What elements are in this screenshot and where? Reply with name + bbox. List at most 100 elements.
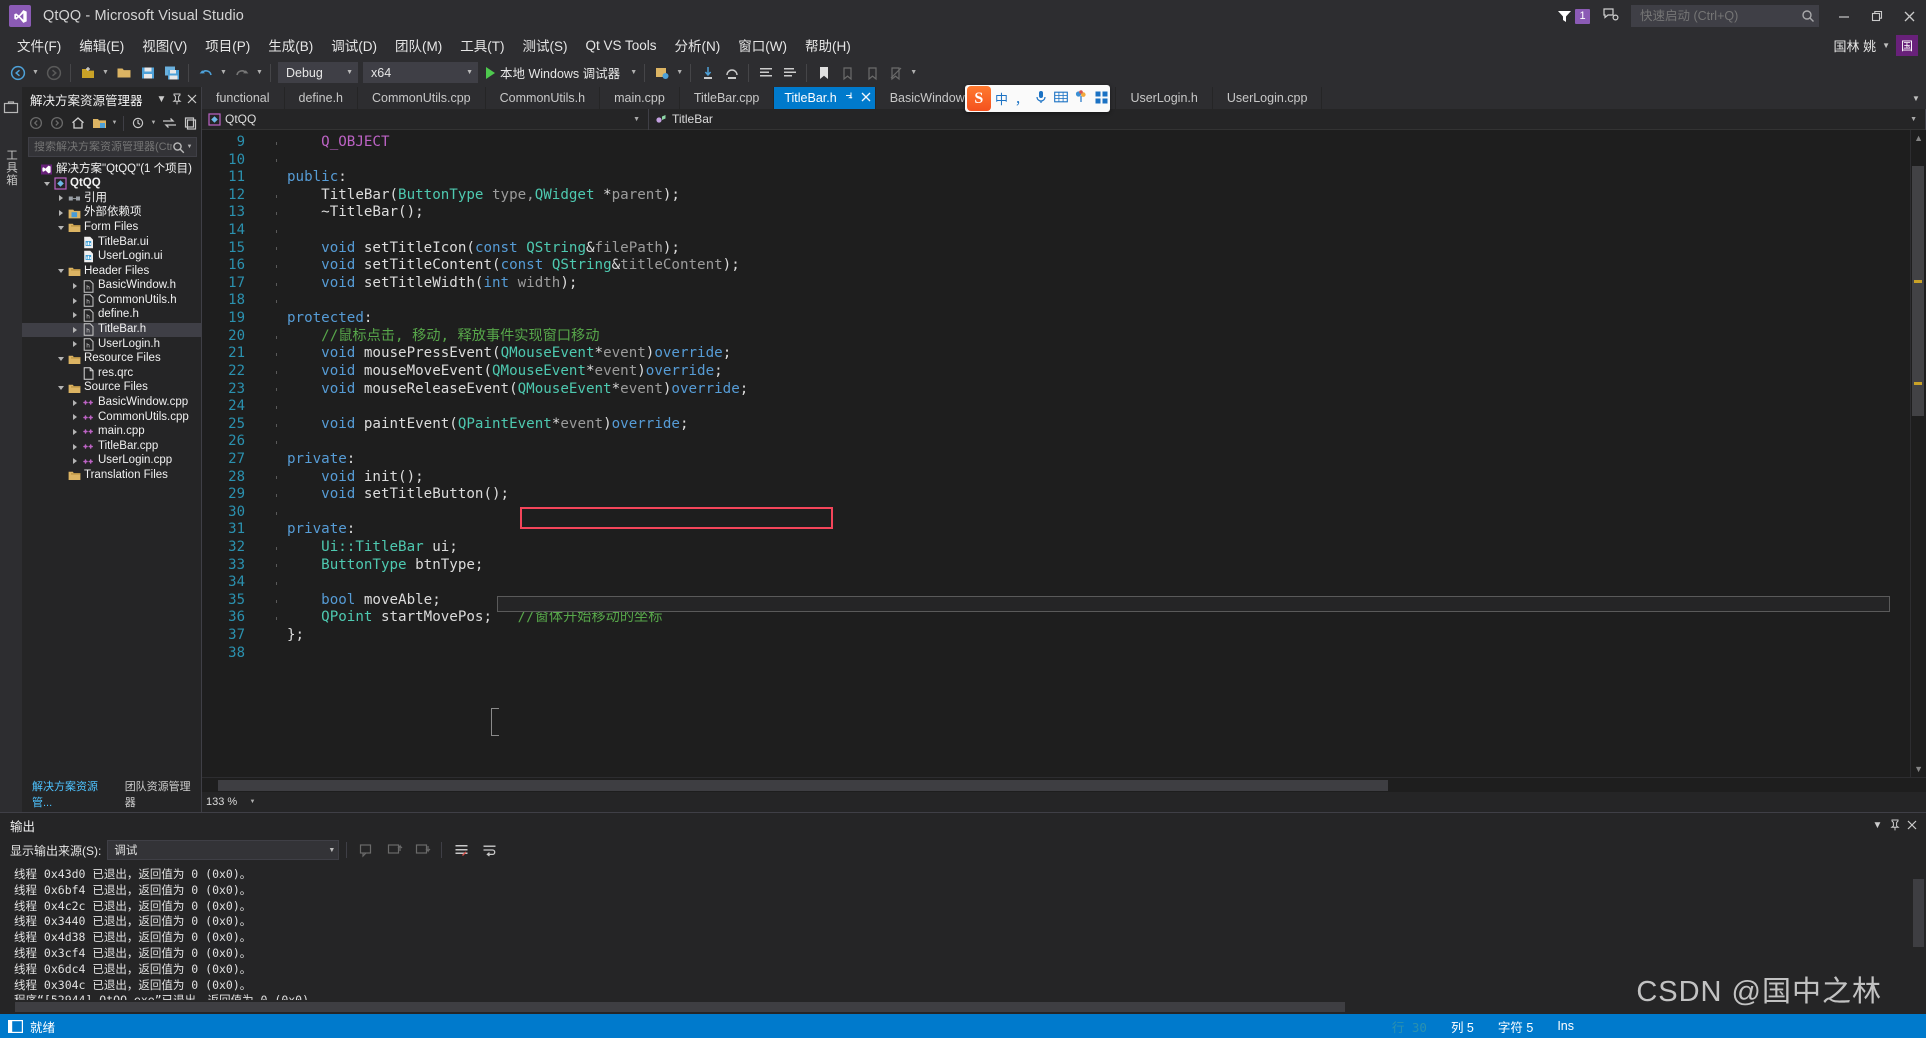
tree-item-basicwindow.cpp[interactable]: BasicWindow.cpp bbox=[22, 396, 201, 411]
comment-icon[interactable] bbox=[754, 61, 777, 84]
chevron-right-icon[interactable] bbox=[68, 283, 81, 290]
tree-item-qtqq[interactable]: QtQQ bbox=[22, 177, 201, 192]
navbar-member-combo[interactable]: TitleBar ▼ bbox=[649, 108, 1926, 130]
code-line[interactable]: 28 void init(); bbox=[202, 469, 1926, 487]
tree-item-define.h[interactable]: h define.h bbox=[22, 308, 201, 323]
search-input[interactable] bbox=[34, 141, 172, 153]
code-line[interactable]: 32 Ui::TitleBar ui; bbox=[202, 539, 1926, 557]
chevron-down-icon[interactable]: ▼ bbox=[1882, 41, 1890, 50]
close-icon[interactable] bbox=[1903, 814, 1920, 836]
editor-tab-commonutils-cpp[interactable]: CommonUtils.cpp bbox=[358, 87, 486, 109]
code-line[interactable]: 16 void setTitleContent(const QString&ti… bbox=[202, 257, 1926, 275]
tree-item-resource-files[interactable]: Resource Files bbox=[22, 352, 201, 367]
code-line[interactable]: 11 public: bbox=[202, 169, 1926, 187]
refresh-icon[interactable] bbox=[159, 113, 179, 133]
go-up-icon[interactable] bbox=[384, 840, 406, 861]
tree-item-userlogin.h[interactable]: h UserLogin.h bbox=[22, 337, 201, 352]
chevron-down-icon[interactable]: ▼ bbox=[248, 792, 257, 812]
redo-dropdown-icon[interactable]: ▼ bbox=[254, 61, 265, 84]
avatar[interactable]: 国 bbox=[1896, 34, 1918, 56]
notifications[interactable]: 1 bbox=[1557, 8, 1590, 24]
code-editor[interactable]: 9 Q_OBJECT 10 11 public: 12 TitleBar(ButtonT… bbox=[202, 130, 1926, 777]
zoom-level[interactable]: 133 % bbox=[202, 796, 248, 808]
solution-configuration-combo[interactable]: Debug ▼ bbox=[278, 62, 358, 83]
tree-item-res.qrc[interactable]: res.qrc bbox=[22, 366, 201, 381]
output-source-combo[interactable]: 调试 ▼ bbox=[107, 840, 340, 860]
chevron-down-icon[interactable]: ▼ bbox=[1869, 814, 1886, 836]
code-line[interactable]: 34 bbox=[202, 574, 1926, 592]
menu-item-tools[interactable]: 工具(T) bbox=[451, 33, 513, 57]
back-icon[interactable] bbox=[26, 113, 46, 133]
close-icon[interactable] bbox=[184, 89, 199, 109]
code-line[interactable]: 36 QPoint startMovePos; //窗体开始移动的坐标 bbox=[202, 609, 1926, 627]
scroll-down-icon[interactable]: ▼ bbox=[1914, 764, 1923, 774]
show-all-files-icon[interactable] bbox=[128, 113, 148, 133]
clear-all-icon[interactable] bbox=[451, 840, 473, 861]
close-icon[interactable] bbox=[861, 91, 871, 105]
chevron-right-icon[interactable] bbox=[54, 195, 67, 202]
menu-item-analyze[interactable]: 分析(N) bbox=[666, 33, 730, 57]
navbar-project-combo[interactable]: QtQQ ▼ bbox=[202, 108, 649, 130]
navigate-back-icon[interactable] bbox=[6, 61, 29, 84]
chevron-down-icon[interactable]: ▼ bbox=[154, 89, 169, 109]
code-line[interactable]: 33 ButtonType btnType; bbox=[202, 557, 1926, 575]
tab-team-explorer[interactable]: 团队资源管理器 bbox=[119, 777, 201, 812]
flag-icon[interactable] bbox=[1557, 9, 1573, 23]
back-dropdown-icon[interactable]: ▼ bbox=[30, 61, 41, 84]
chevron-right-icon[interactable] bbox=[68, 326, 81, 333]
code-line[interactable]: 12 TitleBar(ButtonType type,QWidget *par… bbox=[202, 187, 1926, 205]
search-icon[interactable] bbox=[172, 141, 185, 154]
code-line[interactable]: 18 bbox=[202, 292, 1926, 310]
tree-item-userlogin.ui[interactable]: UserLogin.ui bbox=[22, 250, 201, 265]
user-name[interactable]: 国林 姚 bbox=[1833, 36, 1876, 55]
tree-item-引用[interactable]: 引用 bbox=[22, 191, 201, 206]
chevron-down-icon[interactable]: ▼ bbox=[1906, 87, 1926, 109]
redo-icon[interactable] bbox=[230, 61, 253, 84]
quick-launch-box[interactable] bbox=[1631, 5, 1819, 27]
tree-item-titlebar.h[interactable]: h TitleBar.h bbox=[22, 322, 201, 338]
chevron-down-icon[interactable]: ▼ bbox=[458, 69, 473, 76]
tree-item-header-files[interactable]: Header Files bbox=[22, 264, 201, 279]
tree-item-source-files[interactable]: Source Files bbox=[22, 381, 201, 396]
scrollbar-thumb[interactable] bbox=[1913, 879, 1924, 947]
tree-item-form-files[interactable]: Form Files bbox=[22, 220, 201, 235]
chevron-right-icon[interactable] bbox=[54, 210, 67, 217]
menu-item-project[interactable]: 项目(P) bbox=[196, 33, 259, 57]
close-button[interactable] bbox=[1893, 0, 1926, 32]
restore-button[interactable] bbox=[1860, 0, 1893, 32]
tree-item-commonutils.h[interactable]: h CommonUtils.h bbox=[22, 293, 201, 308]
prev-bookmark-icon[interactable] bbox=[836, 61, 859, 84]
menu-item-build[interactable]: 生成(B) bbox=[259, 33, 322, 57]
search-icon[interactable] bbox=[1801, 9, 1815, 23]
code-line[interactable]: 24 bbox=[202, 398, 1926, 416]
attach-process-icon[interactable] bbox=[650, 61, 673, 84]
chevron-down-icon[interactable]: ▼ bbox=[338, 69, 353, 76]
chevron-right-icon[interactable] bbox=[68, 341, 81, 348]
step-into-icon[interactable] bbox=[696, 61, 719, 84]
menu-item-qt-vs-tools[interactable]: Qt VS Tools bbox=[577, 36, 666, 55]
next-bookmark-icon[interactable] bbox=[860, 61, 883, 84]
sogou-logo-icon[interactable]: S bbox=[967, 86, 991, 111]
solution-platform-combo[interactable]: x64 ▼ bbox=[363, 62, 478, 83]
chevron-down-icon[interactable]: ▼ bbox=[1906, 116, 1921, 123]
menu-item-help[interactable]: 帮助(H) bbox=[796, 33, 860, 57]
code-line[interactable]: 37}; bbox=[202, 627, 1926, 645]
code-line[interactable]: 29 void setTitleButton(); bbox=[202, 486, 1926, 504]
chevron-down-icon[interactable] bbox=[40, 181, 53, 186]
new-project-icon[interactable] bbox=[76, 61, 99, 84]
user-account-area[interactable]: 国林 姚 ▼ 国 bbox=[1833, 32, 1918, 58]
tab-solution-explorer[interactable]: 解决方案资源管... bbox=[26, 777, 117, 812]
chevron-right-icon[interactable] bbox=[68, 312, 81, 319]
code-lines[interactable]: 9 Q_OBJECT 10 11 public: 12 TitleBar(ButtonT… bbox=[202, 130, 1926, 777]
go-down-icon[interactable] bbox=[412, 840, 434, 861]
toolbar-overflow-icon[interactable]: ▼ bbox=[908, 61, 919, 84]
code-line[interactable]: 27 private: bbox=[202, 451, 1926, 469]
uncomment-icon[interactable] bbox=[778, 61, 801, 84]
chevron-down-icon[interactable]: ▼ bbox=[185, 137, 194, 157]
pending-changes-icon[interactable] bbox=[89, 113, 109, 133]
forward-icon[interactable] bbox=[47, 113, 67, 133]
properties-icon[interactable] bbox=[180, 113, 200, 133]
sogou-voice-icon[interactable] bbox=[1032, 90, 1050, 107]
code-line[interactable]: 9 Q_OBJECT bbox=[202, 134, 1926, 152]
output-log[interactable]: 线程 0x43d0 已退出，返回值为 0 (0x0)。 线程 0x6bf4 已退出… bbox=[0, 863, 1926, 1000]
